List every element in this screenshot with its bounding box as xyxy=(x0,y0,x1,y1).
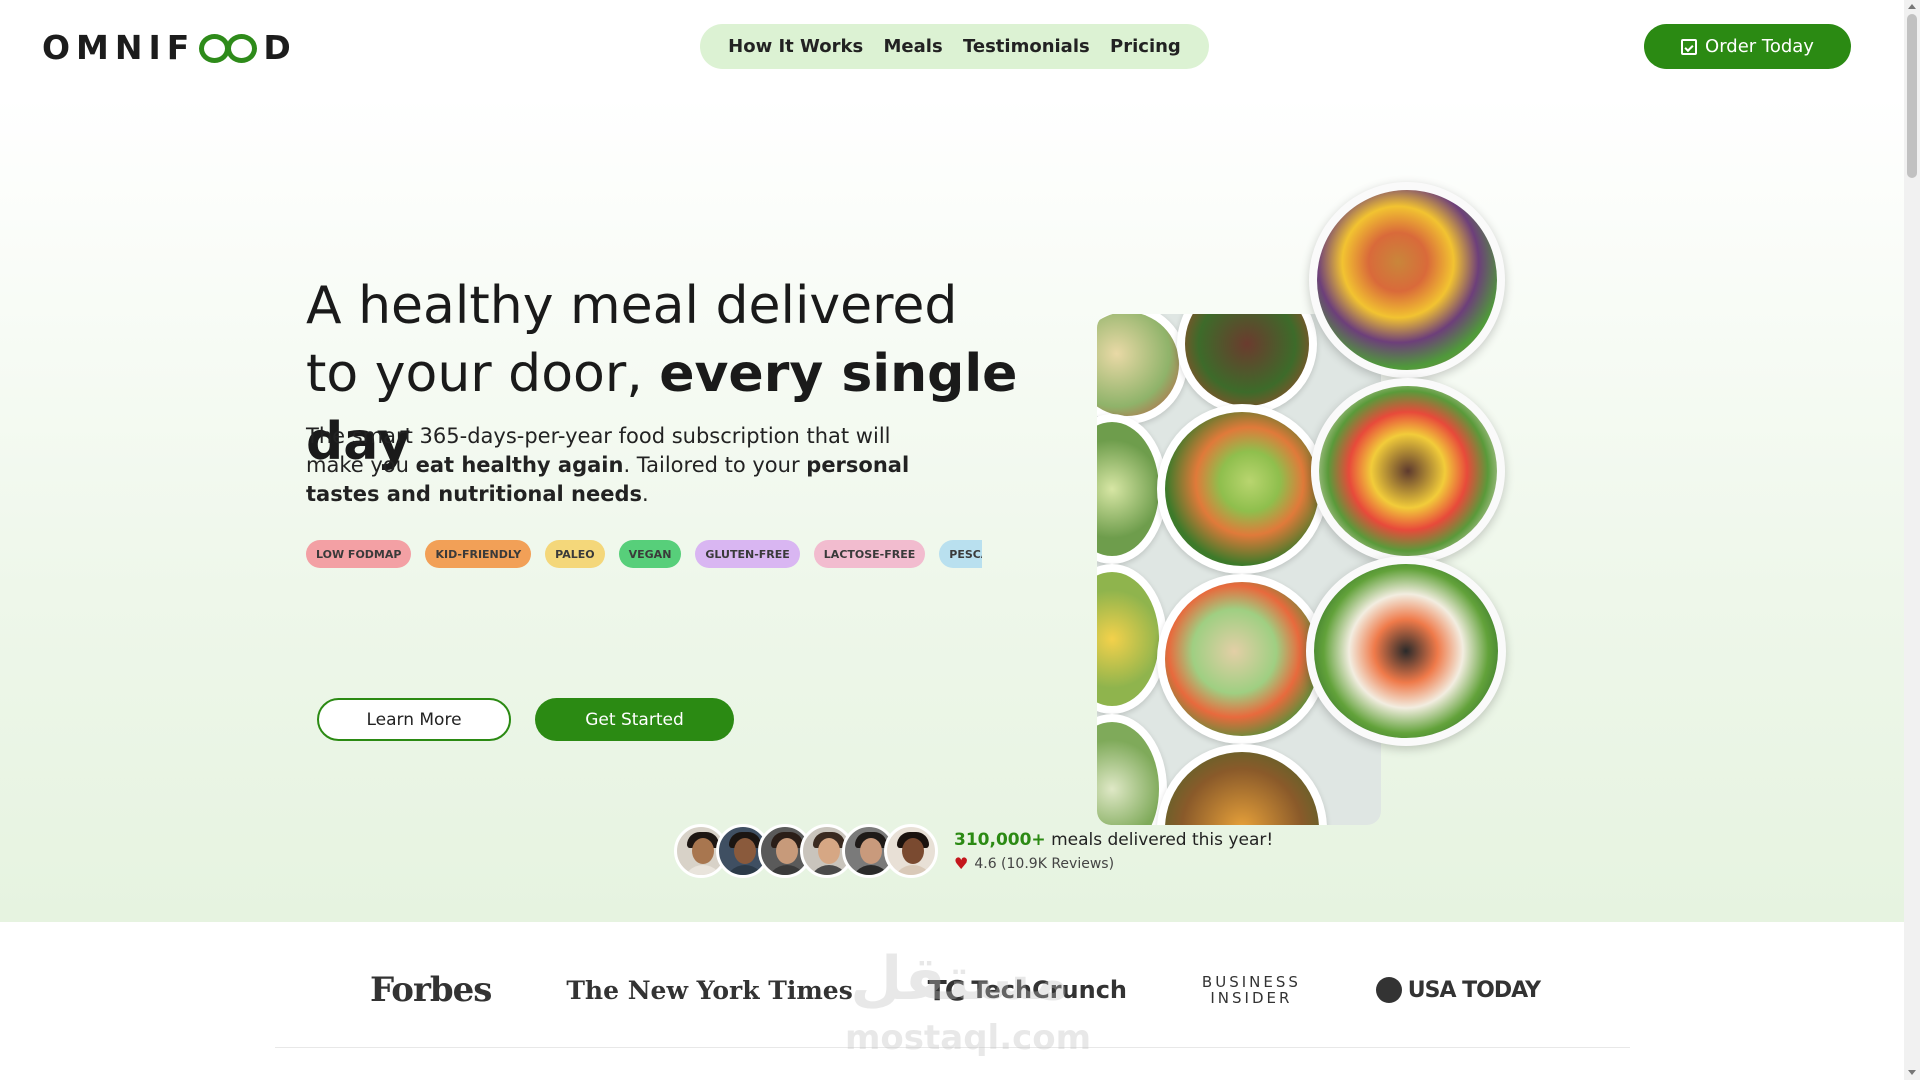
diet-tag: PALEO xyxy=(545,540,605,568)
usa-today-logo: USA TODAY xyxy=(1375,977,1541,1003)
page: OMNIF D How It Works Meals Testimonials … xyxy=(0,0,1904,1080)
hero-section: A healthy meal delivered to your door, e… xyxy=(0,96,1904,922)
order-today-label: Order Today xyxy=(1705,36,1814,57)
get-started-button[interactable]: Get Started xyxy=(535,698,734,741)
meals-count: 310,000+ xyxy=(954,830,1046,850)
lead-part-3: . Tailored to your xyxy=(623,453,807,477)
lead-part-5: . xyxy=(642,482,649,506)
watermark-latin: mostaql.com xyxy=(845,1018,1092,1058)
nav-meals[interactable]: Meals xyxy=(884,36,943,57)
logo-text-end: D xyxy=(263,28,297,67)
usa-today-wordmark: USA TODAY xyxy=(1407,977,1541,1003)
business-insider-logo: BUSINESS INSIDER xyxy=(1202,974,1301,1006)
logo-text-start: OMNIF xyxy=(42,28,196,67)
scroll-up-arrow-icon[interactable] xyxy=(1908,4,1916,9)
scroll-down-arrow-icon[interactable] xyxy=(1908,1070,1916,1075)
diet-tag: GLUTEN-FREE xyxy=(695,540,800,568)
logo-infinity-icon xyxy=(199,31,259,65)
site-header: OMNIF D How It Works Meals Testimonials … xyxy=(0,0,1904,96)
omnifood-logo[interactable]: OMNIF D xyxy=(42,28,297,67)
poke-bowl-image xyxy=(1306,556,1506,746)
diet-tag: PESCATARIAN xyxy=(939,540,982,568)
watermark-arabic: مستقل xyxy=(850,944,1070,1014)
rating: ♥ 4.6 (10.9K Reviews) xyxy=(954,854,1274,873)
corn-bowl-image xyxy=(1097,564,1167,714)
scrollbar-thumb[interactable] xyxy=(1907,14,1917,178)
salad-bowl-image xyxy=(1097,714,1167,825)
hero-description: The smart 365-days-per-year food subscri… xyxy=(306,422,946,509)
mostaql-watermark: مستقل mostaql.com xyxy=(845,944,1092,1064)
heart-icon: ♥ xyxy=(954,854,969,873)
order-today-button[interactable]: Order Today xyxy=(1644,24,1851,69)
proof-text: 310,000+ meals delivered this year! ♥ 4.… xyxy=(954,830,1274,873)
rating-text: 4.6 (10.9K Reviews) xyxy=(974,855,1115,872)
meals-count-suffix: meals delivered this year! xyxy=(1045,830,1274,850)
diet-tag: KID-FRIENDLY xyxy=(425,540,532,568)
rice-bowl-image xyxy=(1311,378,1505,564)
bi-line-1: BUSINESS xyxy=(1201,973,1301,991)
salad-bowl-image xyxy=(1177,314,1317,414)
tofu-bowl-image xyxy=(1157,574,1327,744)
new-york-times-logo: The New York Times xyxy=(566,975,853,1005)
chicken-bowl-image xyxy=(1309,182,1505,378)
lead-part-2: eat healthy again xyxy=(415,453,624,477)
nav-how-it-works[interactable]: How It Works xyxy=(728,36,863,57)
forbes-logo: Forbes xyxy=(370,970,492,1010)
salad-bowl-image xyxy=(1097,314,1187,424)
main-nav: How It Works Meals Testimonials Pricing xyxy=(700,24,1209,69)
grain-bowl-image xyxy=(1157,744,1327,825)
bi-line-2: INSIDER xyxy=(1210,989,1293,1007)
nav-testimonials[interactable]: Testimonials xyxy=(963,36,1090,57)
avocado-bowl-image xyxy=(1157,404,1327,574)
usa-today-dot-icon xyxy=(1375,977,1402,1003)
customer-avatars xyxy=(674,824,944,880)
vertical-scrollbar[interactable] xyxy=(1904,0,1920,1080)
learn-more-button[interactable]: Learn More xyxy=(317,698,511,741)
avatar xyxy=(884,824,938,878)
nav-pricing[interactable]: Pricing xyxy=(1110,36,1181,57)
hero-food-image xyxy=(1097,314,1381,825)
diet-tag: VEGAN xyxy=(618,540,682,568)
calendar-check-icon xyxy=(1681,38,1698,55)
diet-tag: LACTOSE-FREE xyxy=(813,540,926,568)
meals-delivered-text: 310,000+ meals delivered this year! xyxy=(954,830,1274,850)
diet-tag: LOW FODMAP xyxy=(306,540,412,568)
diet-tags: LOW FODMAP KID-FRIENDLY PALEO VEGAN GLUTEN-F… xyxy=(306,540,982,570)
